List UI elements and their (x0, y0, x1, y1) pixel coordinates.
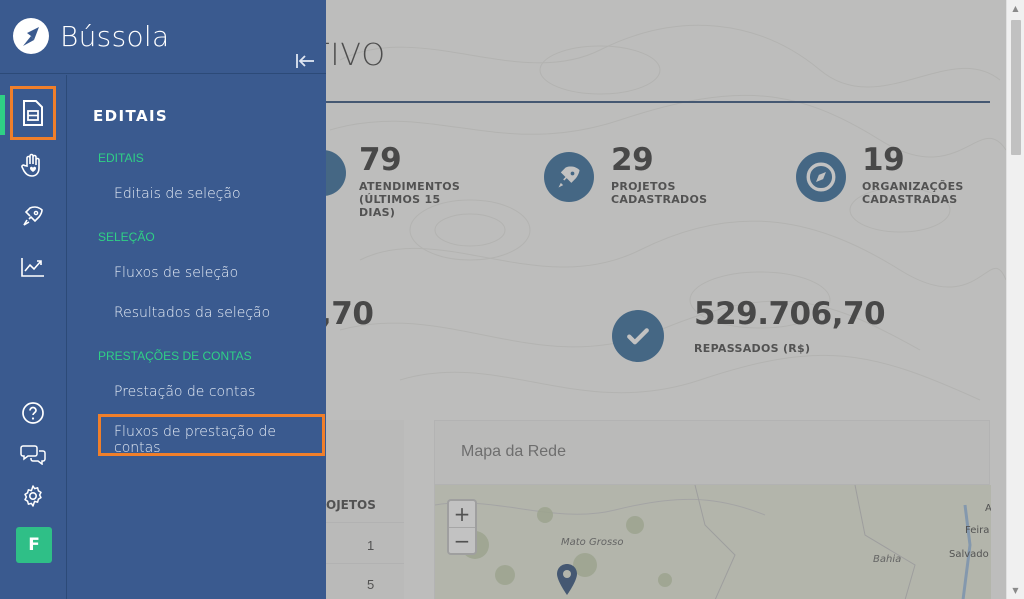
help-circle-icon (22, 402, 44, 424)
collapse-left-icon[interactable] (294, 50, 316, 72)
section-label-selecao: SELEÇÃO (98, 230, 155, 244)
scroll-up-arrow-icon[interactable]: ▲ (1007, 0, 1024, 17)
document-icon (23, 100, 43, 126)
rail-editais[interactable] (16, 96, 50, 130)
sidebar: Bússola F EDITAIS EDITAIS Editais de sel… (0, 0, 326, 599)
scroll-down-arrow-icon[interactable]: ▼ (1007, 582, 1024, 599)
rail-mensagens[interactable] (16, 437, 50, 471)
scrollbar-thumb[interactable] (1011, 20, 1021, 155)
menu-item-resultados-da-selecao[interactable]: Resultados da seleção (114, 305, 270, 321)
submenu-title: EDITAIS (93, 107, 169, 125)
avatar[interactable]: F (16, 527, 52, 563)
rail-configuracoes[interactable] (16, 479, 50, 513)
hand-heart-icon (21, 153, 40, 177)
rail-projetos[interactable] (16, 199, 50, 233)
brand-header: Bússola (0, 0, 326, 74)
page-scrollbar[interactable]: ▲ ▼ (1006, 0, 1024, 599)
chart-line-icon (21, 258, 44, 277)
rail-ajuda[interactable] (16, 396, 50, 430)
rail-atendimentos[interactable] (16, 148, 50, 182)
rocket-icon (23, 206, 43, 226)
chat-icon (20, 445, 46, 465)
menu-item-prestacao-de-contas[interactable]: Prestação de contas (114, 384, 255, 400)
app-name: Bússola (60, 20, 170, 53)
bussola-logo-icon (13, 18, 49, 54)
gear-icon (24, 485, 42, 507)
section-label-editais: EDITAIS (98, 151, 144, 165)
active-indicator (0, 95, 5, 135)
menu-item-fluxos-de-selecao[interactable]: Fluxos de seleção (114, 265, 238, 281)
rail-indicadores[interactable] (16, 250, 50, 284)
menu-item-editais-de-selecao[interactable]: Editais de seleção (114, 186, 241, 202)
section-label-prestacoes: PRESTAÇÕES DE CONTAS (98, 349, 252, 363)
menu-item-fluxos-de-prestacao-de-contas[interactable]: Fluxos de prestação de contas (114, 424, 326, 456)
icon-rail: F (0, 75, 67, 599)
